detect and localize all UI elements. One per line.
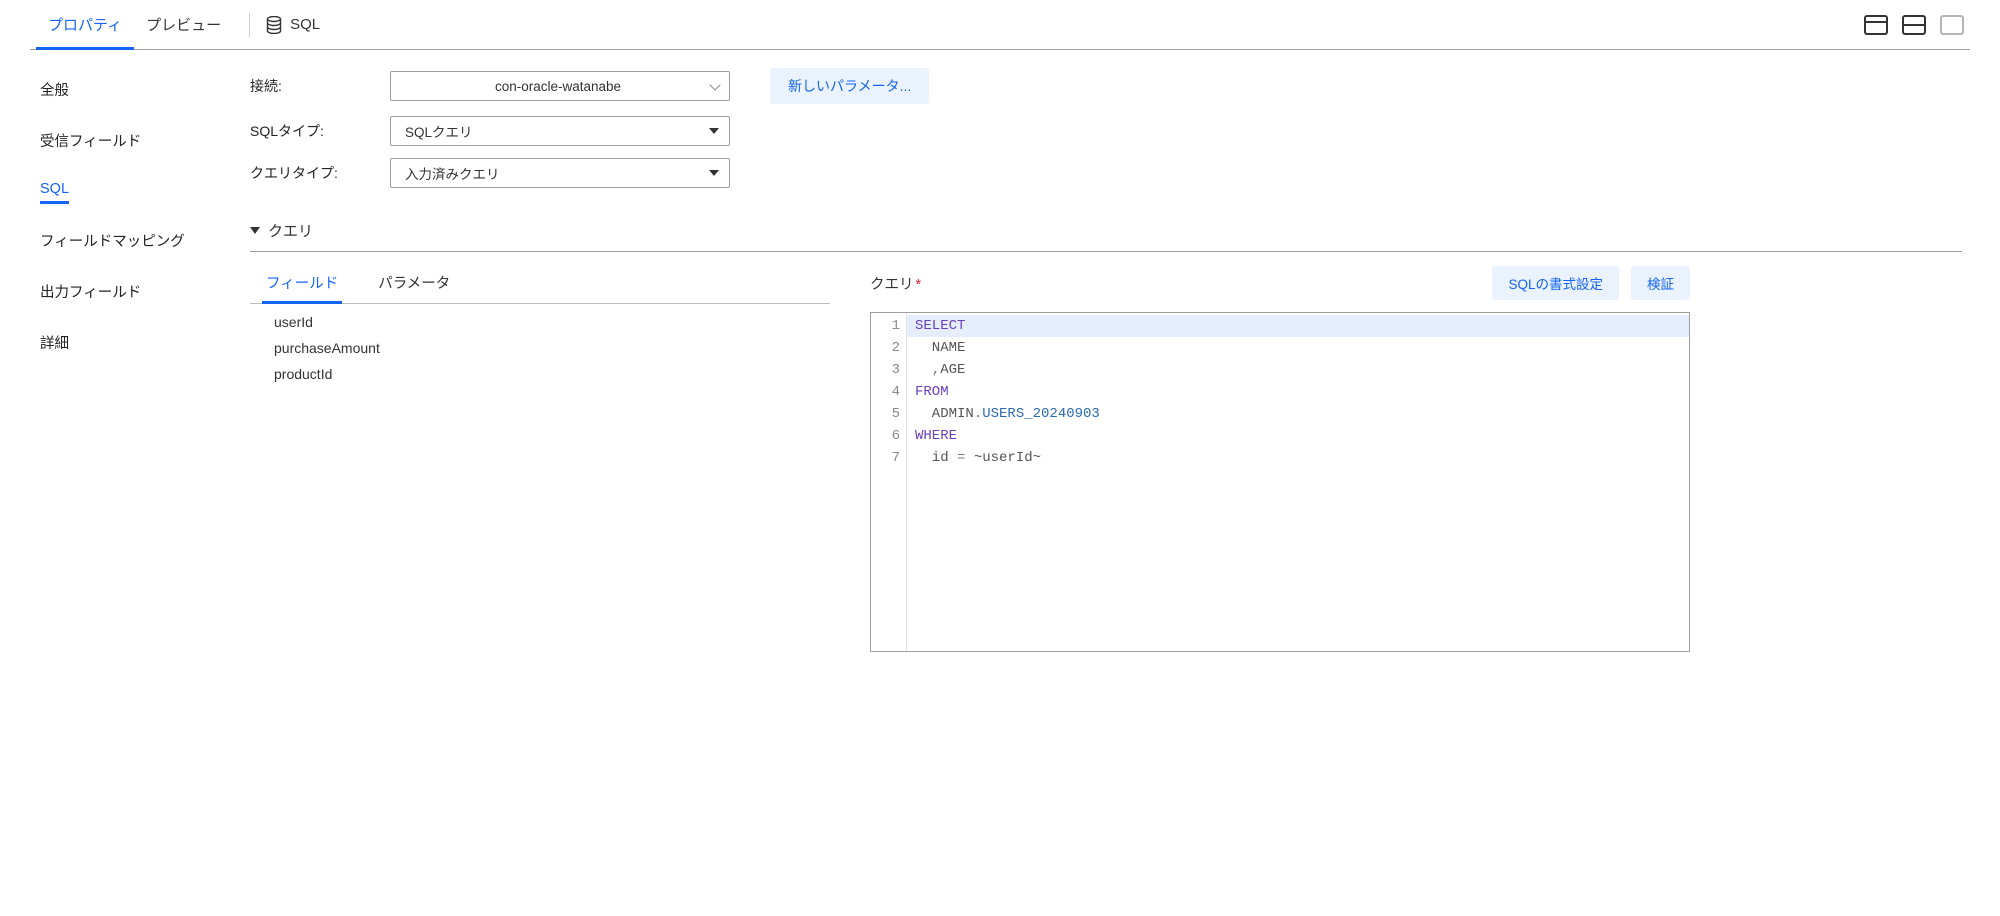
caret-down-icon — [709, 128, 719, 134]
inner-tab-label: フィールド — [266, 276, 338, 292]
inner-tabs: フィールド パラメータ — [250, 266, 830, 304]
format-sql-label: SQLの書式設定 — [1508, 277, 1603, 292]
section-divider — [250, 251, 1962, 252]
code-gutter: 1234567 — [871, 313, 907, 651]
sidebar-item-field-mapping[interactable]: フィールドマッピング — [40, 226, 185, 255]
line-number: 3 — [871, 359, 900, 381]
sidebar-item-label: 出力フィールド — [40, 285, 141, 301]
tab-property[interactable]: プロパティ — [36, 0, 134, 49]
sidebar-item-general[interactable]: 全般 — [40, 75, 69, 104]
query-type-value: 入力済みクエリ — [405, 163, 500, 183]
sidebar-item-label: フィールドマッピング — [40, 234, 185, 250]
sql-type-label: SQLタイプ: — [250, 121, 390, 141]
line-number: 6 — [871, 425, 900, 447]
inner-tab-label: パラメータ — [378, 276, 450, 292]
required-star: * — [916, 277, 922, 293]
top-divider — [249, 13, 250, 37]
field-list-item[interactable]: purchaseAmount — [274, 340, 830, 356]
code-line: ,AGE — [915, 359, 1689, 381]
tab-property-label: プロパティ — [48, 14, 122, 35]
caret-down-icon — [250, 227, 260, 234]
query-label: クエリ* — [870, 273, 921, 294]
validate-button[interactable]: 検証 — [1631, 266, 1690, 300]
query-label-text: クエリ — [870, 277, 914, 293]
query-section-header[interactable]: クエリ — [250, 220, 1962, 241]
code-line: id = ~userId~ — [915, 447, 1689, 469]
field-list: userId purchaseAmount productId — [250, 304, 830, 382]
line-number: 7 — [871, 447, 900, 469]
code-line: ADMIN.USERS_20240903 — [915, 403, 1689, 425]
sidebar-item-output-fields[interactable]: 出力フィールド — [40, 277, 141, 306]
connection-value: con-oracle-watanabe — [405, 79, 711, 94]
line-number: 4 — [871, 381, 900, 403]
sql-type-value: SQLクエリ — [405, 121, 473, 141]
sidebar: 全般 受信フィールド SQL フィールドマッピング 出力フィールド 詳細 — [30, 50, 250, 896]
validate-label: 検証 — [1647, 277, 1674, 292]
caret-down-icon — [709, 170, 719, 176]
tab-preview-label: プレビュー — [146, 14, 221, 35]
layout-maximize-icon[interactable] — [1940, 15, 1964, 35]
line-number: 1 — [871, 315, 900, 337]
tab-preview[interactable]: プレビュー — [134, 0, 233, 49]
sidebar-item-label: 全般 — [40, 83, 69, 99]
code-line: NAME — [915, 337, 1689, 359]
code-line: WHERE — [915, 425, 1689, 447]
new-parameter-button[interactable]: 新しいパラメータ... — [770, 68, 929, 104]
field-list-item[interactable]: userId — [274, 314, 830, 330]
sidebar-item-label: 受信フィールド — [40, 134, 141, 150]
query-type-label: クエリタイプ: — [250, 163, 390, 183]
database-icon — [266, 16, 282, 34]
connection-select[interactable]: con-oracle-watanabe — [390, 71, 730, 101]
field-list-item[interactable]: productId — [274, 366, 830, 382]
top-bar: プロパティ プレビュー SQL — [30, 0, 1970, 50]
sql-code-editor[interactable]: 1234567 SELECT NAME ,AGEFROM ADMIN.USERS… — [870, 312, 1690, 652]
code-lines: SELECT NAME ,AGEFROM ADMIN.USERS_2024090… — [907, 313, 1689, 651]
query-type-select[interactable]: 入力済みクエリ — [390, 158, 730, 188]
main-area: 接続: con-oracle-watanabe 新しいパラメータ... SQLタ… — [250, 50, 1970, 896]
format-sql-button[interactable]: SQLの書式設定 — [1492, 266, 1619, 300]
line-number: 2 — [871, 337, 900, 359]
layout-panel-top-icon[interactable] — [1864, 15, 1888, 35]
inner-tab-params[interactable]: パラメータ — [378, 266, 450, 303]
context-label: SQL — [290, 16, 320, 33]
chevron-down-icon — [709, 79, 720, 90]
sql-type-select[interactable]: SQLクエリ — [390, 116, 730, 146]
top-tabs: プロパティ プレビュー — [36, 0, 233, 49]
layout-buttons — [1864, 15, 1964, 35]
layout-split-horizontal-icon[interactable] — [1902, 15, 1926, 35]
code-line: FROM — [915, 381, 1689, 403]
code-line: SELECT — [907, 315, 1690, 337]
inner-tab-fields[interactable]: フィールド — [266, 266, 338, 303]
sidebar-item-label: SQL — [40, 181, 69, 197]
line-number: 5 — [871, 403, 900, 425]
sidebar-item-details[interactable]: 詳細 — [40, 328, 69, 357]
new-parameter-label: 新しいパラメータ... — [788, 78, 911, 94]
sql-context: SQL — [266, 16, 320, 34]
sidebar-item-sql[interactable]: SQL — [40, 177, 69, 204]
sidebar-item-receive-fields[interactable]: 受信フィールド — [40, 126, 141, 155]
sidebar-item-label: 詳細 — [40, 336, 69, 352]
query-section-title: クエリ — [268, 220, 313, 241]
connection-label: 接続: — [250, 76, 390, 96]
